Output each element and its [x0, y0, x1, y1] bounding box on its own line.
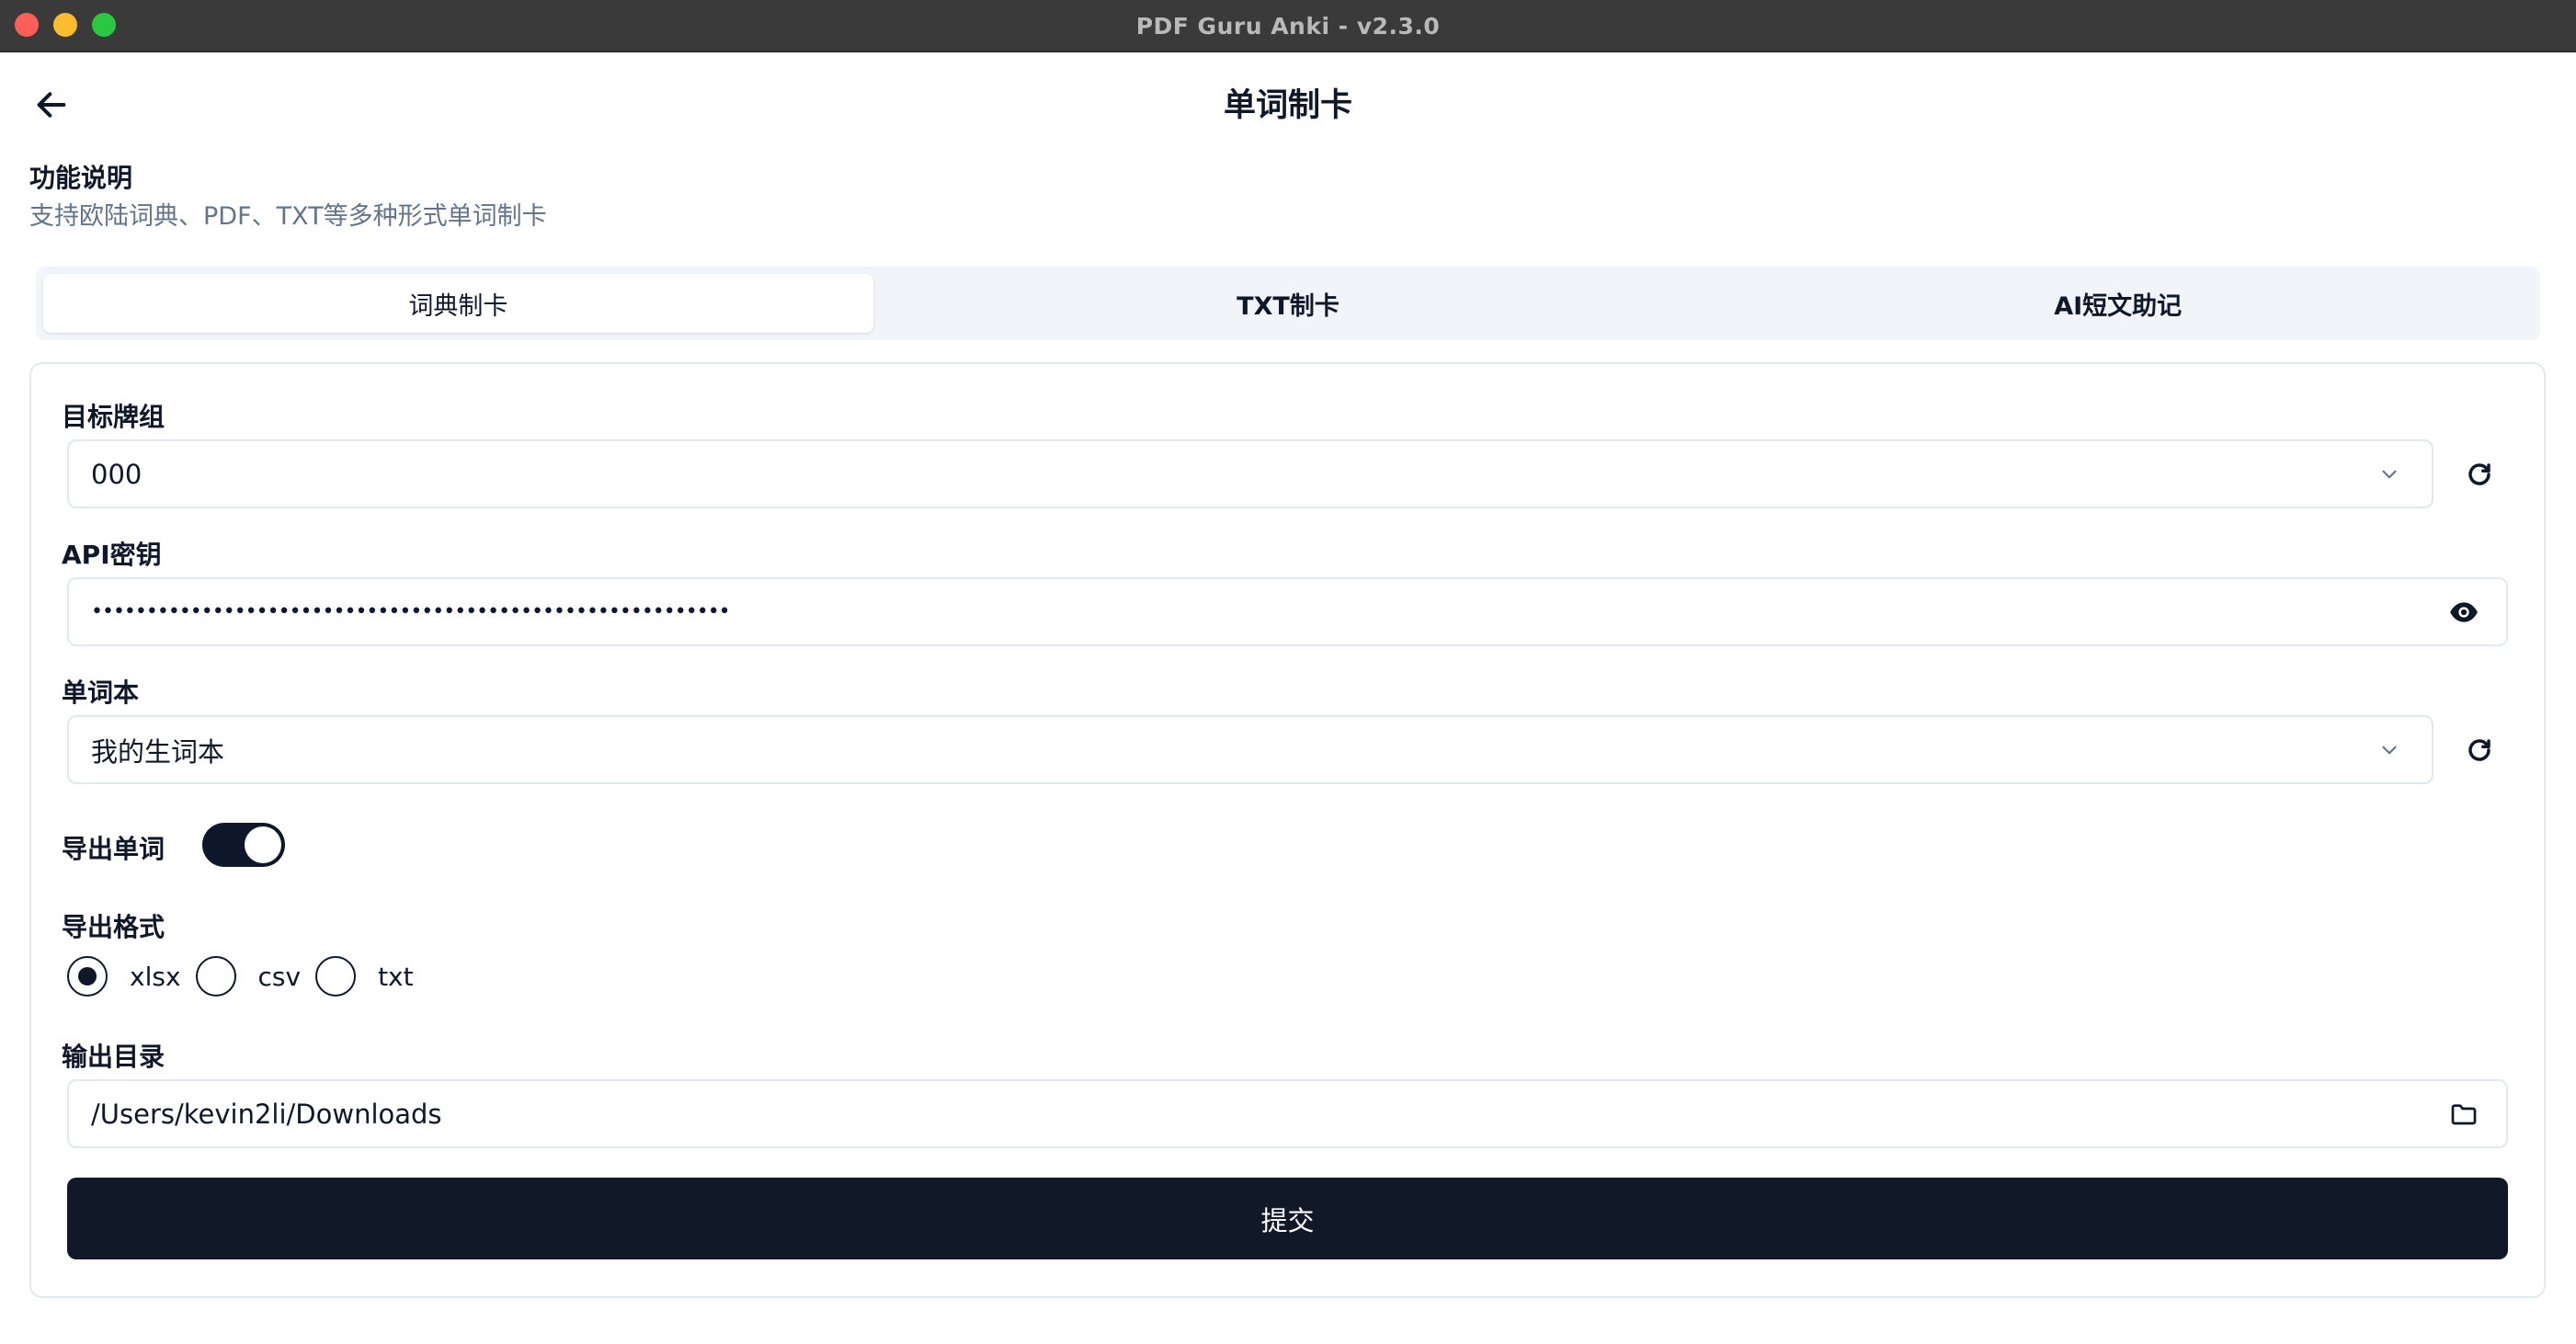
description-title: 功能说明	[29, 163, 133, 193]
app-window: PDF Guru Anki - v2.3.0 单词制卡 功能说明 支持欧陆词典、…	[0, 0, 2576, 1344]
refresh-icon	[2468, 463, 2491, 485]
radio-txt-label: txt	[378, 961, 414, 992]
output-dir-input[interactable]: /Users/kevin2li/Downloads	[67, 1079, 2508, 1148]
export-words-label: 导出单词	[62, 834, 165, 864]
tab-ai-mnemonic[interactable]: AI短文助记	[1703, 274, 2533, 333]
wordbook-value: 我的生词本	[91, 735, 225, 768]
output-dir-value: /Users/kevin2li/Downloads	[91, 1098, 442, 1130]
radio-xlsx[interactable]	[67, 956, 108, 997]
chevron-down-icon	[2369, 454, 2410, 495]
deck-label: 目标牌组	[62, 402, 165, 432]
eye-icon[interactable]	[2444, 592, 2484, 632]
output-dir-label: 输出目录	[62, 1042, 165, 1072]
close-icon[interactable]	[15, 13, 39, 37]
toggle-knob	[245, 826, 281, 863]
tab-txt[interactable]: TXT制卡	[873, 274, 1704, 333]
refresh-wordbook-button[interactable]	[2456, 727, 2502, 773]
page-title: 单词制卡	[1223, 87, 1352, 124]
wordbook-select[interactable]: 我的生词本	[67, 715, 2434, 784]
submit-button[interactable]: 提交	[67, 1178, 2508, 1259]
api-key-input[interactable]: ••••••••••••••••••••••••••••••••••••••••…	[67, 577, 2508, 646]
wordbook-label: 单词本	[62, 678, 140, 708]
radio-csv[interactable]	[195, 956, 236, 997]
radio-xlsx-label: xlsx	[130, 961, 181, 992]
deck-value: 000	[91, 458, 142, 490]
description-text: 支持欧陆词典、PDF、TXT等多种形式单词制卡	[29, 202, 547, 231]
export-words-toggle[interactable]	[202, 823, 285, 867]
export-format-radio-group: xlsx csv txt	[67, 955, 428, 997]
minimize-icon[interactable]	[53, 13, 77, 37]
window-title: PDF Guru Anki - v2.3.0	[1135, 12, 1441, 40]
tab-bar: 词典制卡 TXT制卡 AI短文助记	[36, 267, 2540, 340]
refresh-deck-button[interactable]	[2456, 451, 2502, 497]
refresh-icon	[2468, 739, 2491, 761]
export-format-label: 导出格式	[62, 912, 165, 942]
window-controls	[15, 13, 116, 37]
chevron-down-icon	[2369, 730, 2410, 770]
tab-dictionary[interactable]: 词典制卡	[43, 274, 873, 333]
radio-csv-label: csv	[257, 961, 302, 992]
deck-select[interactable]: 000	[67, 439, 2434, 508]
api-key-value: ••••••••••••••••••••••••••••••••••••••••…	[91, 600, 731, 623]
title-bar: PDF Guru Anki - v2.3.0	[0, 0, 2576, 52]
api-key-label: API密钥	[62, 540, 162, 570]
folder-icon[interactable]	[2444, 1094, 2484, 1134]
radio-txt[interactable]	[315, 956, 357, 997]
zoom-icon[interactable]	[92, 13, 116, 37]
radio-dot	[78, 967, 97, 985]
